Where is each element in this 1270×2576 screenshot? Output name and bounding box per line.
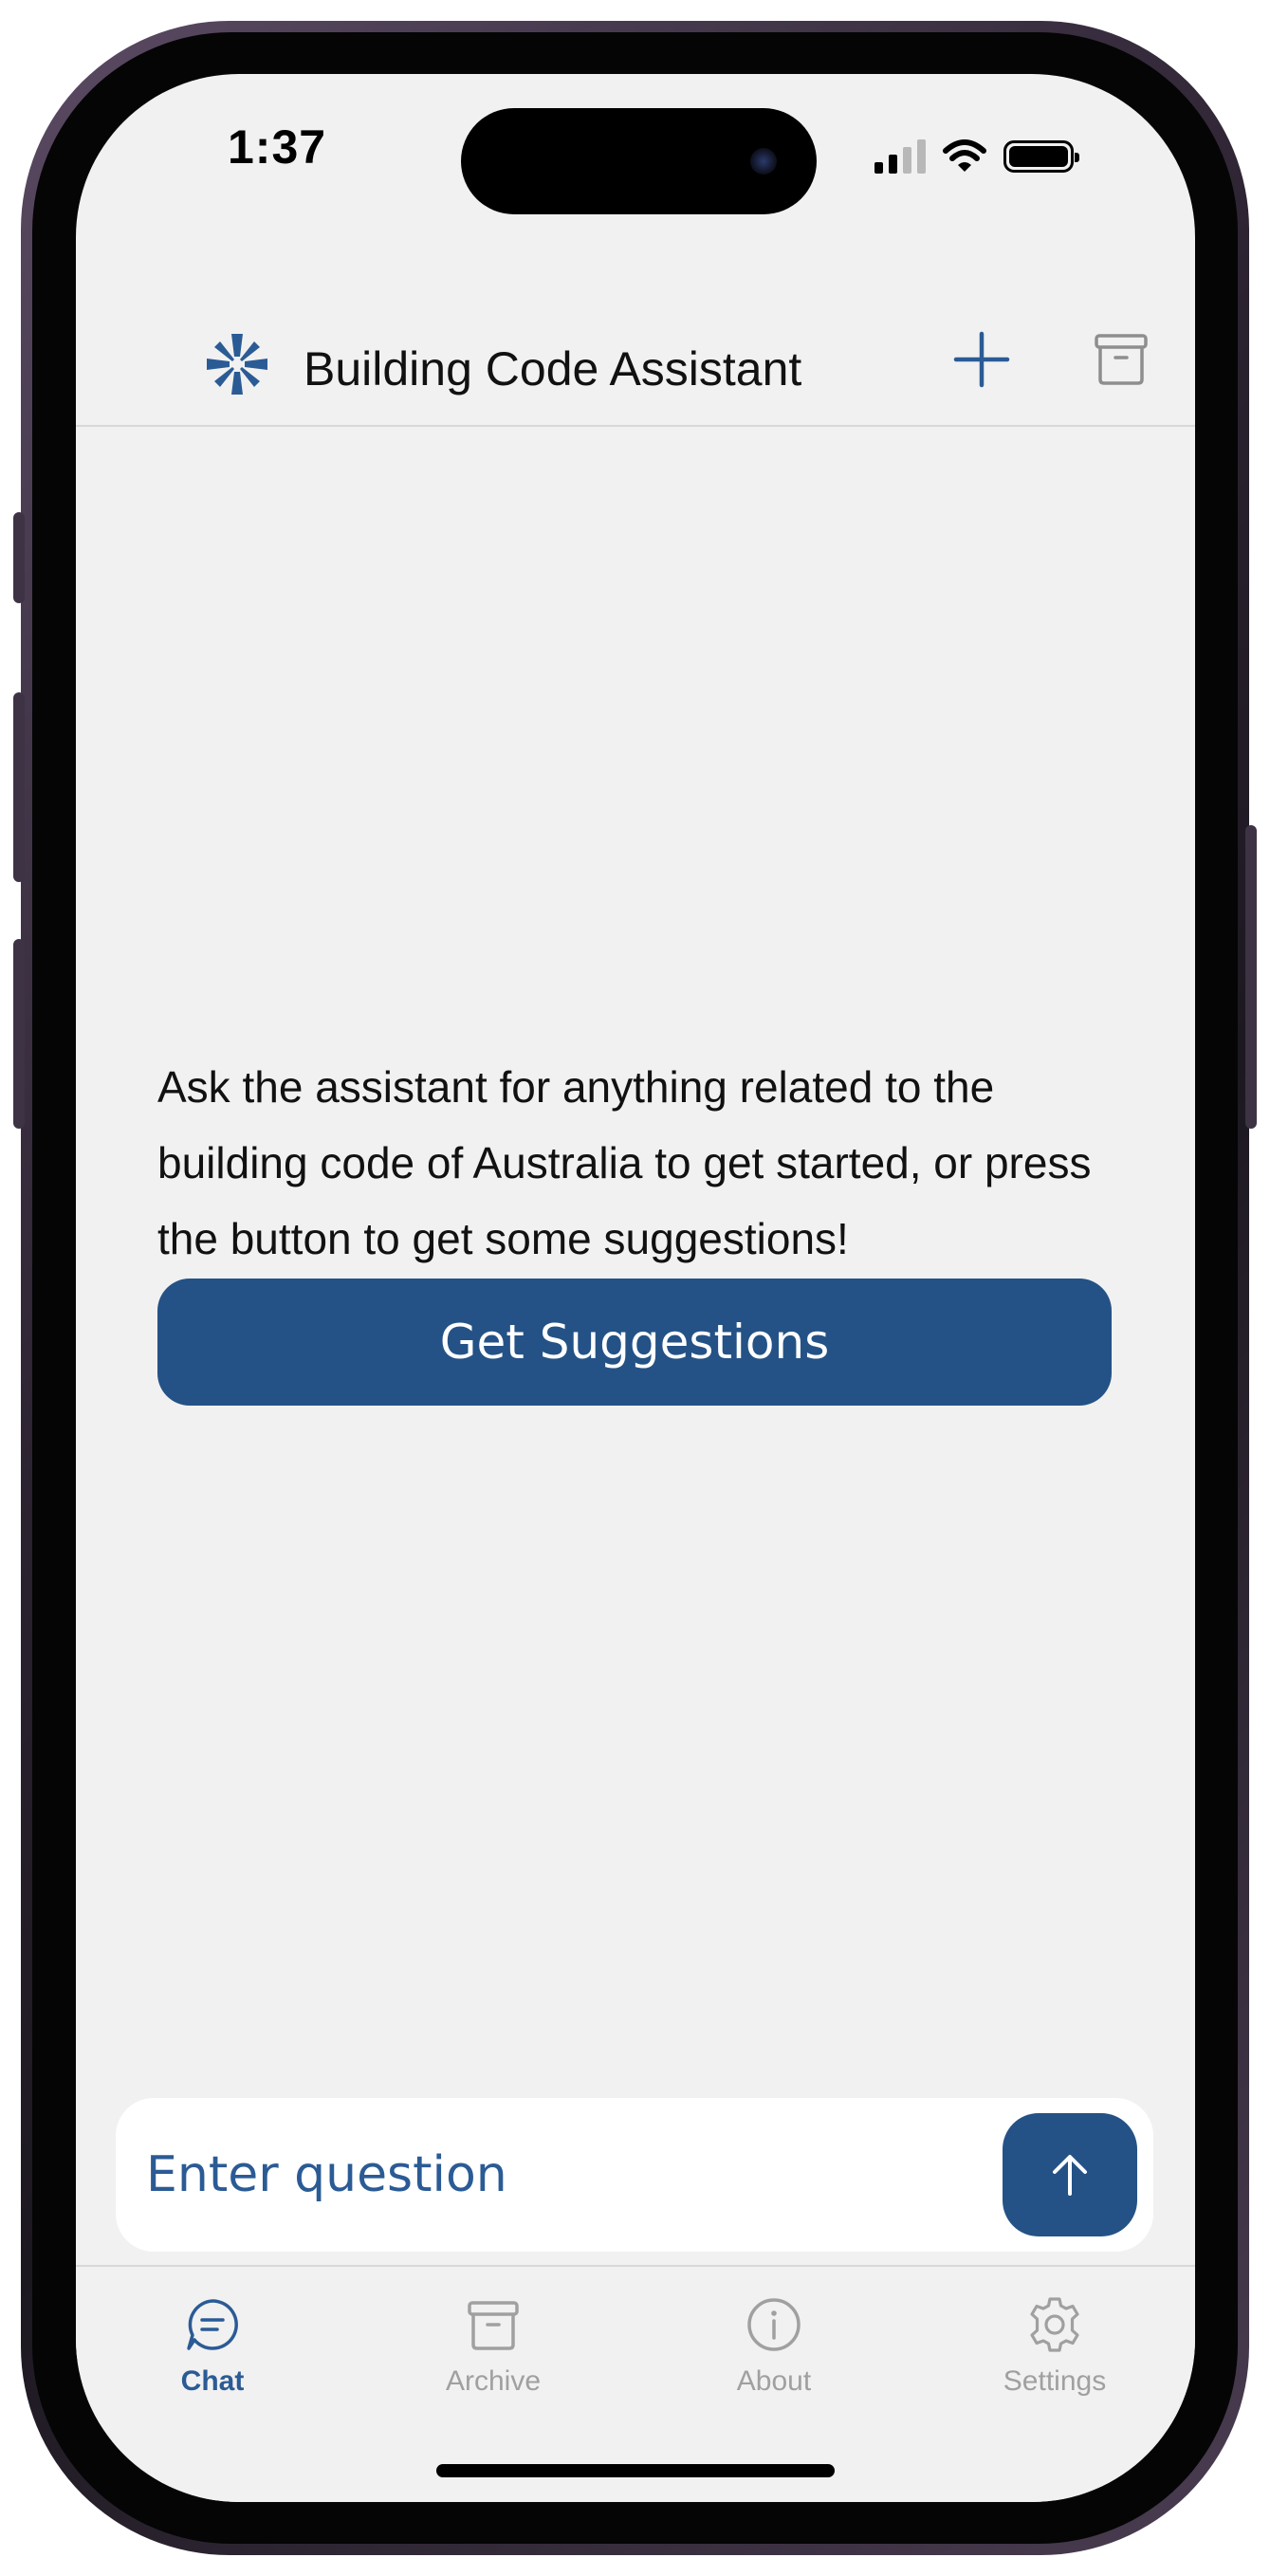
volume-down-button: [13, 939, 25, 1129]
tab-about[interactable]: About: [660, 2293, 888, 2426]
dynamic-island: [461, 108, 817, 214]
app-logo-icon: [207, 334, 267, 395]
tab-settings[interactable]: Settings: [941, 2293, 1169, 2426]
get-suggestions-button[interactable]: Get Suggestions: [157, 1279, 1112, 1406]
archive-icon[interactable]: [1091, 328, 1151, 389]
app-screen: 1:37 Building Code Assistant Ask the ass…: [76, 74, 1195, 2502]
tab-label: Chat: [180, 2365, 245, 2397]
cellular-signal-icon: [874, 139, 926, 174]
status-time: 1:37: [228, 120, 327, 174]
tab-label: About: [736, 2365, 812, 2397]
wifi-icon: [943, 139, 986, 172]
info-circle-icon: [747, 2298, 801, 2351]
page-title: Building Code Assistant: [304, 342, 802, 396]
navigation-bar: Building Code Assistant: [76, 292, 1195, 427]
tab-archive[interactable]: Archive: [379, 2293, 607, 2426]
tab-label: Archive: [445, 2365, 542, 2397]
intro-text: Ask the assistant for anything related t…: [157, 1062, 1092, 1263]
power-button: [1245, 825, 1257, 1129]
tab-chat[interactable]: Chat: [99, 2293, 326, 2426]
archive-box-icon: [468, 2301, 519, 2350]
status-icons: [874, 136, 1079, 177]
home-indicator[interactable]: [436, 2464, 835, 2477]
new-chat-plus-icon[interactable]: [948, 326, 1015, 393]
arrow-up-icon: [1053, 2155, 1087, 2196]
question-composer: [116, 2098, 1153, 2252]
volume-up-button: [13, 692, 25, 882]
camera-icon: [750, 148, 777, 175]
tab-label: Settings: [1003, 2365, 1107, 2397]
question-input[interactable]: [144, 2126, 964, 2223]
chat-bubble-icon: [187, 2299, 238, 2350]
gear-icon: [1030, 2297, 1079, 2352]
action-button: [13, 512, 25, 603]
send-button[interactable]: [1003, 2113, 1137, 2236]
battery-icon: [1003, 140, 1079, 173]
